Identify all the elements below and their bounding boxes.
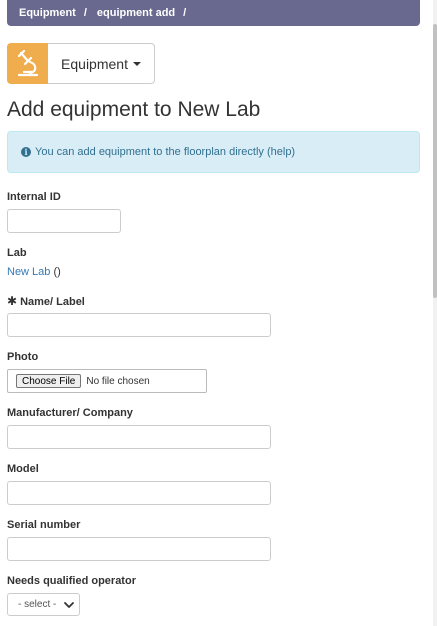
required-asterisk-icon: ✱ [7,294,18,308]
caret-down-icon [132,61,141,66]
name-label-text: Name/ Label [20,296,85,308]
breadcrumb-separator: / [183,7,187,19]
qualified-operator-label: Needs qualified operator [7,575,136,587]
name-input[interactable] [7,313,271,337]
serial-number-label: Serial number [7,519,81,531]
file-status-text: No file chosen [86,375,150,387]
breadcrumb-separator: / [83,7,87,19]
microscope-icon[interactable] [7,43,48,84]
choose-file-button[interactable]: Choose File [16,374,82,388]
lab-label: Lab [7,247,27,259]
qualified-operator-select[interactable]: - select - [7,593,80,616]
internal-id-label: Internal ID [7,191,61,203]
lab-link[interactable]: New Lab [7,266,50,278]
serial-number-input[interactable] [7,537,271,561]
breadcrumb-equipment-add-link[interactable]: equipment add [97,7,175,19]
info-alert: i You can add equipment to the floorplan… [7,131,420,173]
info-circle-icon: i [21,147,31,157]
chevron-down-icon [64,602,74,608]
app-switcher-dropdown[interactable]: Equipment [48,43,155,84]
page-scrollbar[interactable] [433,0,437,626]
lab-suffix: () [50,266,61,278]
name-label: ✱ Name/ Label [7,294,85,308]
page-title: Add equipment to New Lab [7,98,261,121]
app-switcher-label: Equipment [61,55,128,72]
model-label: Model [7,463,39,475]
qualified-operator-selected: - select - [18,599,57,610]
internal-id-input[interactable] [7,209,121,233]
manufacturer-label: Manufacturer/ Company [7,407,133,419]
info-alert-text: You can add equipment to the floorplan d… [35,146,296,158]
scrollbar-thumb[interactable] [433,24,437,298]
model-input[interactable] [7,481,271,505]
app-header: Equipment [7,43,155,84]
lab-value: New Lab () [7,266,61,278]
breadcrumb: Equipment / equipment add / [7,0,420,26]
photo-file-input[interactable]: Choose File No file chosen [7,369,207,393]
photo-label: Photo [7,351,39,363]
breadcrumb-equipment-link[interactable]: Equipment [19,7,76,19]
manufacturer-input[interactable] [7,425,271,449]
